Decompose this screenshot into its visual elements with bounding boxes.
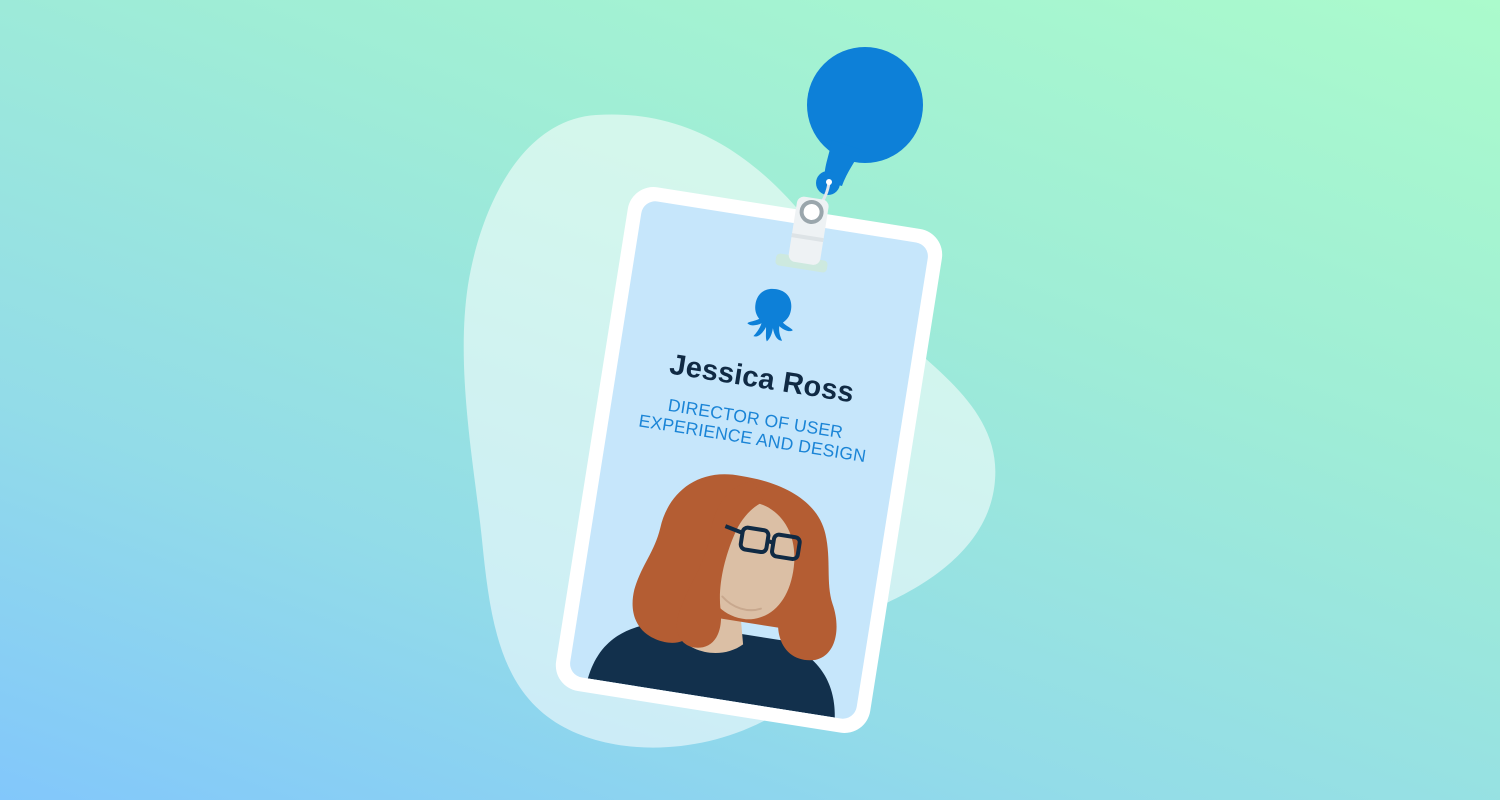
illustration-scene: Jessica Ross DIRECTOR OF USER EXPERIENCE…	[0, 0, 1500, 800]
portrait-illustration	[587, 474, 837, 718]
octopus-icon	[747, 288, 793, 342]
